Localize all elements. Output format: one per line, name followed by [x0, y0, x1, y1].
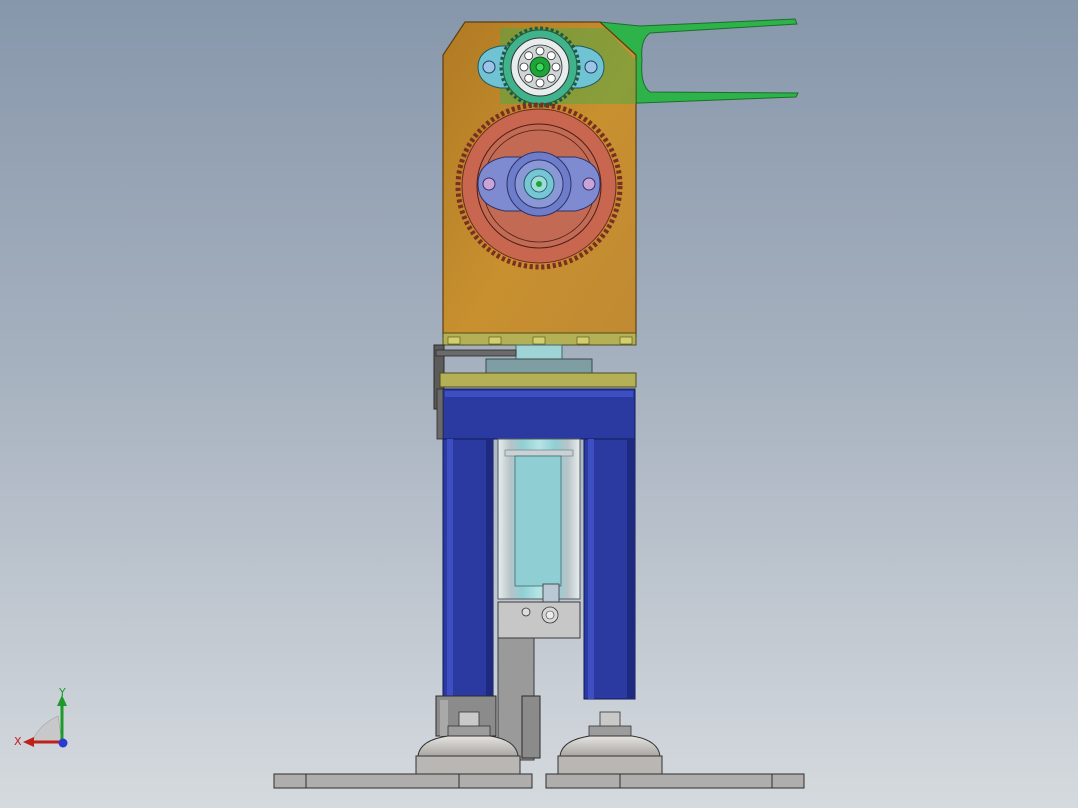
assembly-drawing[interactable] [0, 0, 1078, 808]
bearing-ball [535, 46, 545, 56]
large-bearing-flange[interactable] [477, 151, 601, 217]
bearing-ball [546, 51, 556, 61]
base-plates [273, 773, 805, 789]
bearing-ball [524, 51, 534, 61]
bearing-ball [524, 73, 534, 83]
top-mount-plate [439, 372, 637, 388]
bearing-ball [535, 78, 545, 88]
x-axis-label: X [14, 735, 22, 748]
left-column[interactable] [442, 438, 494, 700]
housing-base-strip [442, 332, 637, 346]
bearing-ball [551, 62, 561, 72]
pneumatic-cylinder[interactable] [497, 438, 581, 603]
bearing-ball [519, 62, 529, 72]
cylinder-end-block[interactable] [497, 601, 581, 639]
bracket-arm [435, 349, 517, 357]
bearing-ball [546, 73, 556, 83]
right-column[interactable] [583, 438, 636, 700]
z-axis-dot [58, 738, 68, 748]
y-axis-label: Y [58, 686, 66, 699]
crossbeam-highlight [445, 391, 633, 397]
coordinate-triad-icon: Y X [14, 686, 68, 748]
right-foot[interactable] [557, 711, 663, 775]
crossbeam-side-plate [436, 388, 444, 440]
triad-plane [31, 715, 63, 744]
cad-viewport[interactable]: Y X [0, 0, 1078, 808]
shaft-collar [485, 358, 593, 374]
x-axis-arrowhead [23, 737, 34, 747]
